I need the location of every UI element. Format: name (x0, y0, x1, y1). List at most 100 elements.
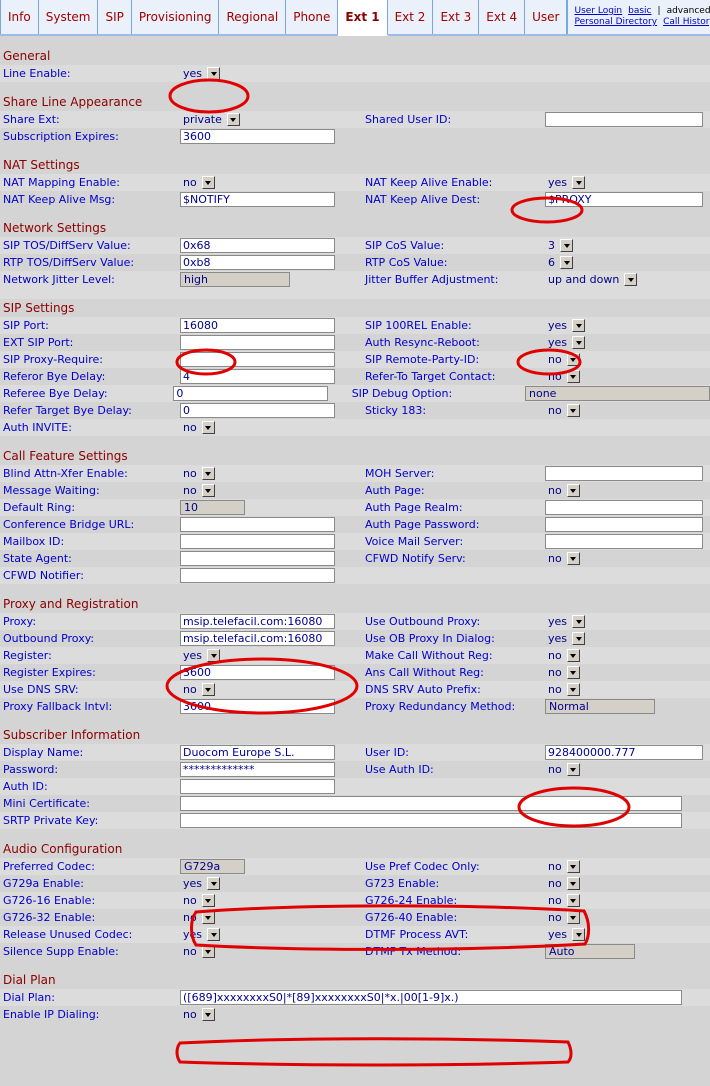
mailbox-id-input[interactable] (180, 534, 335, 549)
auth-page-password-input[interactable] (545, 517, 703, 532)
basic-view-link[interactable]: basic (628, 6, 651, 17)
silence-supp-enable-select[interactable]: no (180, 944, 215, 959)
tab-ext-4[interactable]: Ext 4 (479, 0, 525, 34)
state-agent-input[interactable] (180, 551, 335, 566)
proxy-redundancy-method-control[interactable]: Normal (545, 699, 710, 714)
outbound-proxy-input[interactable] (180, 631, 335, 646)
share-ext-select[interactable]: private (180, 112, 240, 127)
auth-invite-control[interactable]: no (180, 420, 360, 435)
blind-attn-xfer-control[interactable]: no (180, 466, 360, 481)
use-outbound-proxy-control[interactable]: yes (545, 614, 710, 629)
register-expires-input[interactable] (180, 665, 335, 680)
tab-user[interactable]: User (525, 0, 567, 34)
sip-debug-option-select[interactable]: none (525, 386, 710, 401)
use-pref-codec-only-control[interactable]: no (545, 859, 710, 874)
tab-sip[interactable]: SIP (98, 0, 131, 34)
nat-keepalive-enable-control[interactable]: yes (545, 175, 710, 190)
rtp-tos-input[interactable] (180, 255, 335, 270)
sip-proxy-require-input[interactable] (180, 352, 335, 367)
nat-mapping-enable-select[interactable]: no (180, 175, 215, 190)
call-history-link[interactable]: Call History (663, 17, 710, 28)
use-dns-srv-control[interactable]: no (180, 682, 360, 697)
share-ext-control[interactable]: private (180, 112, 360, 127)
tab-ext-1[interactable]: Ext 1 (338, 0, 387, 36)
dtmf-process-avt-control[interactable]: yes (545, 927, 710, 942)
cfwd-notifier-input[interactable] (180, 568, 335, 583)
srtp-private-key-input[interactable] (180, 813, 682, 828)
user-login-link[interactable]: User Login (574, 6, 622, 17)
sip-100rel-select[interactable]: yes (545, 318, 585, 333)
register-control[interactable]: yes (180, 648, 360, 663)
dtmf-process-avt-select[interactable]: yes (545, 927, 585, 942)
referee-bye-delay-input[interactable] (173, 386, 328, 401)
g726-40-enable-select[interactable]: no (545, 910, 580, 925)
auth-page-control[interactable]: no (545, 483, 710, 498)
auth-invite-select[interactable]: no (180, 420, 215, 435)
sip-remote-party-id-select[interactable]: no (545, 352, 580, 367)
use-dns-srv-select[interactable]: no (180, 682, 215, 697)
default-ring-select[interactable]: 10 (180, 500, 245, 515)
g726-24-enable-control[interactable]: no (545, 893, 710, 908)
nat-keepalive-dest-input[interactable] (545, 192, 703, 207)
tab-regional[interactable]: Regional (219, 0, 286, 34)
line-enable-select[interactable]: yes (180, 66, 220, 81)
referor-bye-delay-input[interactable] (180, 369, 335, 384)
use-auth-id-control[interactable]: no (545, 762, 710, 777)
sip-cos-control[interactable]: 3 (545, 238, 710, 253)
g723-enable-control[interactable]: no (545, 876, 710, 891)
use-outbound-proxy-select[interactable]: yes (545, 614, 585, 629)
auth-id-input[interactable] (180, 779, 335, 794)
auth-page-realm-input[interactable] (545, 500, 703, 515)
network-jitter-level-select[interactable]: high (180, 272, 290, 287)
rtp-cos-control[interactable]: 6 (545, 255, 710, 270)
release-unused-codec-select[interactable]: yes (180, 927, 220, 942)
tab-ext-2[interactable]: Ext 2 (388, 0, 434, 34)
use-ob-proxy-in-dialog-control[interactable]: yes (545, 631, 710, 646)
g729a-enable-control[interactable]: yes (180, 876, 360, 891)
conference-bridge-url-input[interactable] (180, 517, 335, 532)
sip-100rel-control[interactable]: yes (545, 318, 710, 333)
auth-resync-reboot-control[interactable]: yes (545, 335, 710, 350)
use-auth-id-select[interactable]: no (545, 762, 580, 777)
refer-to-target-contact-control[interactable]: no (545, 369, 710, 384)
ans-call-without-reg-control[interactable]: no (545, 665, 710, 680)
message-waiting-control[interactable]: no (180, 483, 360, 498)
use-pref-codec-only-select[interactable]: no (545, 859, 580, 874)
g723-enable-select[interactable]: no (545, 876, 580, 891)
make-call-without-reg-control[interactable]: no (545, 648, 710, 663)
release-unused-codec-control[interactable]: yes (180, 927, 360, 942)
cfwd-notify-serv-control[interactable]: no (545, 551, 710, 566)
line-enable-control[interactable]: yes (180, 66, 220, 81)
nat-mapping-enable-control[interactable]: no (180, 175, 360, 190)
enable-ip-dialing-select[interactable]: no (180, 1007, 215, 1022)
ext-sip-port-input[interactable] (180, 335, 335, 350)
make-call-without-reg-select[interactable]: no (545, 648, 580, 663)
subscription-expires-input[interactable] (180, 129, 335, 144)
tab-phone[interactable]: Phone (286, 0, 338, 34)
use-ob-proxy-in-dialog-select[interactable]: yes (545, 631, 585, 646)
jitter-buffer-adjustment-select[interactable]: up and down (545, 272, 637, 287)
nat-keepalive-enable-select[interactable]: yes (545, 175, 585, 190)
refer-to-target-contact-select[interactable]: no (545, 369, 580, 384)
sticky-183-select[interactable]: no (545, 403, 580, 418)
password-input[interactable] (180, 762, 335, 777)
g729a-enable-select[interactable]: yes (180, 876, 220, 891)
silence-supp-enable-control[interactable]: no (180, 944, 360, 959)
proxy-input[interactable] (180, 614, 335, 629)
g726-24-enable-select[interactable]: no (545, 893, 580, 908)
blind-attn-xfer-select[interactable]: no (180, 466, 215, 481)
preferred-codec-select[interactable]: G729a (180, 859, 245, 874)
g726-16-enable-select[interactable]: no (180, 893, 215, 908)
ans-call-without-reg-select[interactable]: no (545, 665, 580, 680)
register-select[interactable]: yes (180, 648, 220, 663)
sip-port-input[interactable] (180, 318, 335, 333)
tab-info[interactable]: Info (0, 0, 39, 34)
g726-40-enable-control[interactable]: no (545, 910, 710, 925)
dtmf-tx-method-select[interactable]: Auto (545, 944, 635, 959)
dial-plan-input[interactable] (180, 990, 682, 1005)
preferred-codec-control[interactable]: G729a (180, 859, 360, 874)
jitter-buffer-adjustment-control[interactable]: up and down (545, 272, 710, 287)
tab-system[interactable]: System (39, 0, 99, 34)
nat-keepalive-msg-input[interactable] (180, 192, 335, 207)
dtmf-tx-method-control[interactable]: Auto (545, 944, 710, 959)
